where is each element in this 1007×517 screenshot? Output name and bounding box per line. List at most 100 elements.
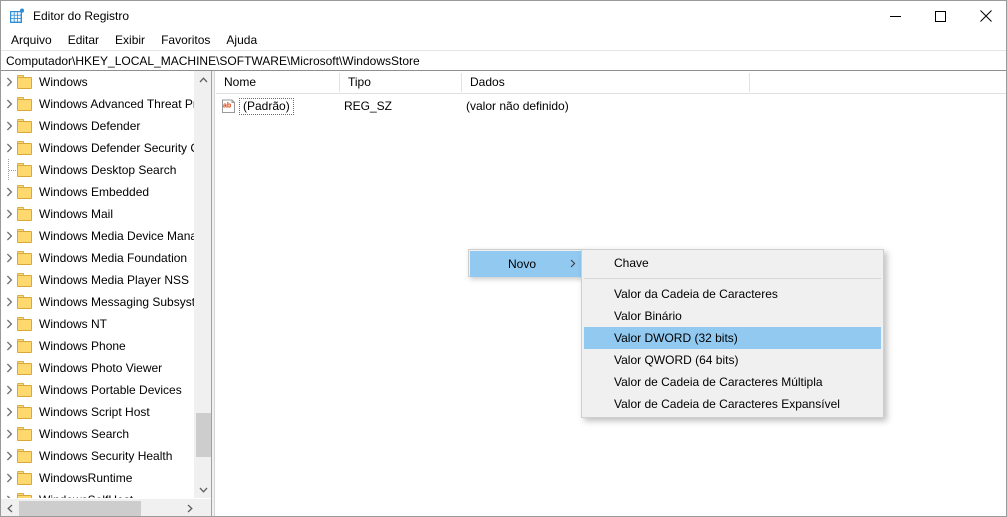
- folder-icon: [17, 185, 34, 199]
- tree-item-label: Windows Defender: [39, 118, 141, 133]
- chevron-right-icon[interactable]: [1, 445, 17, 467]
- values-column-header: Nome Tipo Dados: [216, 71, 1006, 94]
- chevron-right-icon[interactable]: [1, 291, 17, 313]
- folder-icon: [17, 119, 34, 133]
- tree-item-windows-media-player-nss[interactable]: Windows Media Player NSS: [1, 269, 194, 291]
- chevron-right-icon[interactable]: [1, 203, 17, 225]
- folder-icon: [17, 251, 34, 265]
- menu-exibir[interactable]: Exibir: [107, 32, 153, 49]
- context-menu-item-valor-da-cadeia-de-caracteres[interactable]: Valor da Cadeia de Caracteres: [584, 283, 881, 305]
- scroll-right-icon[interactable]: [181, 499, 198, 516]
- window-controls: [873, 1, 1006, 31]
- minimize-button[interactable]: [873, 1, 918, 31]
- pane-splitter[interactable]: [211, 71, 215, 516]
- value-name-cell[interactable]: ab (Padrão): [221, 97, 294, 116]
- chevron-right-icon[interactable]: [1, 379, 17, 401]
- tree-hscroll-thumb[interactable]: [19, 501, 141, 516]
- chevron-right-icon[interactable]: [1, 313, 17, 335]
- chevron-right-icon[interactable]: [1, 269, 17, 291]
- tree-item-windows-media-foundation[interactable]: Windows Media Foundation: [1, 247, 194, 269]
- scroll-up-icon[interactable]: [195, 71, 211, 88]
- column-header-nome[interactable]: Nome: [216, 71, 339, 93]
- scroll-down-icon[interactable]: [195, 481, 211, 498]
- registry-tree-viewport: Windows Windows Advanced Threat Protectio…: [1, 71, 194, 498]
- chevron-right-icon[interactable]: [1, 489, 17, 498]
- chevron-right-icon[interactable]: [1, 71, 17, 93]
- context-menu-item-novo-label: Novo: [508, 257, 537, 271]
- tree-item-windowsruntime[interactable]: WindowsRuntime: [1, 467, 194, 489]
- tree-item-windowsselfhost[interactable]: WindowsSelfHost: [1, 489, 194, 498]
- column-header-tipo-label: Tipo: [348, 75, 371, 89]
- column-header-tipo[interactable]: Tipo: [340, 71, 461, 93]
- tree-item-windows-portable-devices[interactable]: Windows Portable Devices: [1, 379, 194, 401]
- context-menu-item-valor-de-cadeia-de-caracteres-m-ltipla[interactable]: Valor de Cadeia de Caracteres Múltipla: [584, 371, 881, 393]
- tree-item-label: Windows Media Device Manager: [39, 228, 194, 243]
- tree-item-windows-advanced-threat-protection[interactable]: Windows Advanced Threat Protection: [1, 93, 194, 115]
- column-header-dados[interactable]: Dados: [462, 71, 749, 93]
- table-row[interactable]: ab (Padrão) REG_SZ (valor não definido): [216, 96, 1006, 117]
- tree-vertical-scrollbar[interactable]: [194, 71, 211, 498]
- tree-item-windows-nt[interactable]: Windows NT: [1, 313, 194, 335]
- chevron-right-icon[interactable]: [1, 335, 17, 357]
- folder-icon: [17, 97, 34, 111]
- tree-item-label: Windows Security Health: [39, 448, 173, 463]
- context-menu-item-label: Valor de Cadeia de Caracteres Múltipla: [614, 375, 823, 389]
- chevron-right-icon[interactable]: [1, 181, 17, 203]
- menu-ajuda[interactable]: Ajuda: [218, 32, 265, 49]
- tree-item-windows-desktop-search[interactable]: Windows Desktop Search: [1, 159, 194, 181]
- tree-item-windows[interactable]: Windows: [1, 71, 194, 93]
- tree-item-windows-mail[interactable]: Windows Mail: [1, 203, 194, 225]
- tree-item-windows-embedded[interactable]: Windows Embedded: [1, 181, 194, 203]
- context-menu-item-label: Valor da Cadeia de Caracteres: [614, 287, 778, 301]
- chevron-right-icon[interactable]: [1, 401, 17, 423]
- tree-horizontal-scrollbar[interactable]: [1, 498, 211, 516]
- registry-tree: Windows Windows Advanced Threat Protectio…: [1, 71, 194, 498]
- chevron-right-icon[interactable]: [1, 137, 17, 159]
- chevron-right-icon[interactable]: [1, 93, 17, 115]
- context-menu-item-valor-de-cadeia-de-caracteres-expans-vel[interactable]: Valor de Cadeia de Caracteres Expansível: [584, 393, 881, 415]
- tree-item-windows-phone[interactable]: Windows Phone: [1, 335, 194, 357]
- tree-item-windows-messaging-subsystem[interactable]: Windows Messaging Subsystem: [1, 291, 194, 313]
- chevron-right-icon[interactable]: [1, 247, 17, 269]
- maximize-button[interactable]: [918, 1, 963, 31]
- context-menu-item-novo[interactable]: Novo: [470, 251, 584, 277]
- tree-item-windows-search[interactable]: Windows Search: [1, 423, 194, 445]
- chevron-right-icon[interactable]: [1, 357, 17, 379]
- folder-icon: [17, 273, 34, 287]
- value-name: (Padrão): [239, 98, 294, 115]
- chevron-right-icon[interactable]: [1, 467, 17, 489]
- context-menu-item-valor-dword-32-bits[interactable]: Valor DWORD (32 bits): [584, 327, 881, 349]
- folder-icon: [17, 317, 34, 331]
- tree-item-label: Windows Media Player NSS: [39, 272, 190, 287]
- context-menu-item-label: Valor QWORD (64 bits): [614, 353, 739, 367]
- value-data: (valor não definido): [466, 99, 569, 113]
- context-menu-item-label: Chave: [614, 256, 649, 270]
- tree-item-windows-media-device-manager[interactable]: Windows Media Device Manager: [1, 225, 194, 247]
- tree-item-windows-script-host[interactable]: Windows Script Host: [1, 401, 194, 423]
- menu-editar[interactable]: Editar: [60, 32, 107, 49]
- address-bar[interactable]: Computador\HKEY_LOCAL_MACHINE\SOFTWARE\M…: [1, 50, 1006, 71]
- tree-item-label: Windows Defender Security Center: [39, 140, 194, 155]
- menu-favoritos[interactable]: Favoritos: [153, 32, 218, 49]
- tree-item-windows-defender[interactable]: Windows Defender: [1, 115, 194, 137]
- tree-item-windows-security-health[interactable]: Windows Security Health: [1, 445, 194, 467]
- tree-item-label: Windows Advanced Threat Protection: [39, 96, 194, 111]
- folder-icon: [17, 383, 34, 397]
- chevron-right-icon[interactable]: [1, 115, 17, 137]
- close-button[interactable]: [963, 1, 1006, 31]
- scroll-left-icon[interactable]: [1, 499, 18, 516]
- chevron-right-icon[interactable]: [1, 225, 17, 247]
- tree-vscroll-thumb[interactable]: [196, 413, 211, 457]
- chevron-right-icon[interactable]: [1, 423, 17, 445]
- tree-item-windows-defender-security-center[interactable]: Windows Defender Security Center: [1, 137, 194, 159]
- title-bar: Editor do Registro: [1, 1, 1006, 31]
- tree-item-windows-photo-viewer[interactable]: Windows Photo Viewer: [1, 357, 194, 379]
- column-divider-3[interactable]: [749, 73, 750, 92]
- column-header-dados-label: Dados: [470, 75, 505, 89]
- context-menu-item-chave[interactable]: Chave: [584, 252, 881, 274]
- value-data-cell: (valor não definido): [466, 97, 569, 116]
- context-menu-item-valor-bin-rio[interactable]: Valor Binário: [584, 305, 881, 327]
- tree-item-label: Windows Media Foundation: [39, 250, 188, 265]
- menu-arquivo[interactable]: Arquivo: [3, 32, 60, 49]
- context-menu-item-valor-qword-64-bits[interactable]: Valor QWORD (64 bits): [584, 349, 881, 371]
